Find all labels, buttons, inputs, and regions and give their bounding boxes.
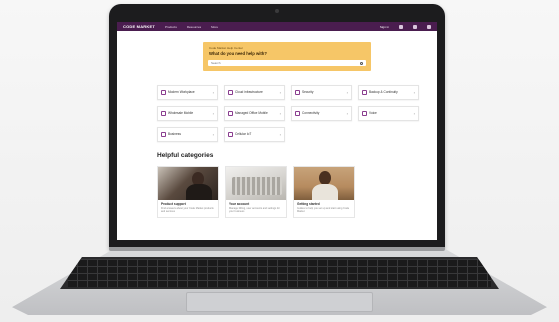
tile-label: Cellular IoT: [235, 131, 252, 136]
nav-link-products[interactable]: Products: [165, 25, 177, 29]
scene: CODE MARKET Products Resources More Sign…: [0, 0, 559, 322]
topic-icon: [161, 111, 166, 116]
tile-wholesale-mobile[interactable]: Wholesale Mobile ›: [157, 106, 218, 121]
hero-question: What do you need help with?: [209, 51, 267, 56]
topic-icon: [362, 111, 367, 116]
key-rows: [68, 259, 491, 287]
topic-icon: [228, 90, 233, 95]
tile-label: Cloud infrastructure: [235, 89, 263, 94]
card-your-account[interactable]: Your account Manage billing, user accoun…: [225, 166, 287, 218]
person-figure: [319, 171, 331, 185]
topic-icon: [161, 90, 166, 95]
laptop-hinge: [109, 247, 445, 251]
chevron-right-icon: ›: [212, 111, 214, 116]
search-icon-nav[interactable]: [427, 24, 431, 29]
help-hero: Code Market Help Center What do you need…: [203, 42, 371, 71]
category-cards: Product support Find answers about your …: [157, 166, 355, 218]
tile-managed-office-mobile[interactable]: Managed Office Mobile ›: [224, 106, 285, 121]
laptop-lid: CODE MARKET Products Resources More Sign…: [109, 4, 445, 249]
chevron-right-icon: ›: [212, 132, 214, 137]
tile-cellular-iot[interactable]: Cellular IoT ›: [224, 127, 285, 142]
tile-backup-continuity[interactable]: Backup & Continuity ›: [358, 85, 419, 100]
chevron-right-icon: ›: [279, 132, 281, 137]
tile-cloud-infrastructure[interactable]: Cloud infrastructure ›: [224, 85, 285, 100]
card-description: Guides to help you set up and start usin…: [297, 207, 350, 213]
topic-icon: [228, 111, 233, 116]
chevron-right-icon: ›: [279, 90, 281, 95]
camera: [275, 9, 279, 13]
person-figure: [312, 184, 338, 200]
chevron-right-icon: ›: [279, 111, 281, 116]
card-photo: [158, 167, 218, 200]
cart-icon[interactable]: [413, 24, 417, 29]
trackpad: [186, 292, 373, 312]
tile-security[interactable]: Security ›: [291, 85, 352, 100]
tile-modern-workplace[interactable]: Modern Workplace ›: [157, 85, 218, 100]
person-figure: [186, 184, 212, 200]
user-icon[interactable]: [399, 24, 403, 29]
card-description: Find answers about your Code Market prod…: [161, 207, 214, 213]
chevron-right-icon: ›: [346, 111, 348, 116]
card-getting-started[interactable]: Getting started Guides to help you set u…: [293, 166, 355, 218]
tile-label: Security: [302, 89, 314, 94]
card-product-support[interactable]: Product support Find answers about your …: [157, 166, 219, 218]
tile-label: Wholesale Mobile: [168, 110, 194, 115]
card-description: Manage billing, user accounts and settin…: [229, 207, 280, 213]
tile-label: Business: [168, 131, 181, 136]
signin-link[interactable]: Sign in: [380, 25, 389, 29]
laptop-keys-figure: [232, 177, 282, 195]
card-photo: [294, 167, 354, 200]
tile-label: Connectivity: [302, 110, 320, 115]
keyboard: [60, 257, 499, 289]
topic-icon: [295, 90, 300, 95]
chevron-right-icon: ›: [413, 90, 415, 95]
topic-icon: [362, 90, 367, 95]
brand-logo[interactable]: CODE MARKET: [123, 24, 155, 29]
topic-icon: [295, 111, 300, 116]
tile-label: Backup & Continuity: [369, 89, 398, 94]
tile-voice[interactable]: Voice ›: [358, 106, 419, 121]
tile-label: Voice: [369, 110, 377, 115]
chevron-right-icon: ›: [413, 111, 415, 116]
helpful-categories-heading: Helpful categories: [157, 152, 214, 159]
hero-kicker: Code Market Help Center: [209, 46, 244, 50]
nav-link-resources[interactable]: Resources: [187, 25, 201, 29]
card-photo: [226, 167, 286, 200]
chevron-right-icon: ›: [212, 90, 214, 95]
topic-icon: [228, 132, 233, 137]
topic-tiles: Modern Workplace › Cloud infrastructure › …: [157, 85, 421, 142]
search-input[interactable]: [208, 60, 366, 66]
tile-label: Managed Office Mobile: [235, 110, 268, 115]
top-nav: CODE MARKET Products Resources More Sign…: [117, 22, 437, 31]
topic-icon: [161, 132, 166, 137]
search-icon[interactable]: [360, 61, 363, 65]
nav-link-more[interactable]: More: [211, 25, 218, 29]
tile-business[interactable]: Business ›: [157, 127, 218, 142]
chevron-right-icon: ›: [346, 90, 348, 95]
laptop-screen: CODE MARKET Products Resources More Sign…: [117, 22, 437, 240]
tile-connectivity[interactable]: Connectivity ›: [291, 106, 352, 121]
tile-label: Modern Workplace: [168, 89, 195, 94]
